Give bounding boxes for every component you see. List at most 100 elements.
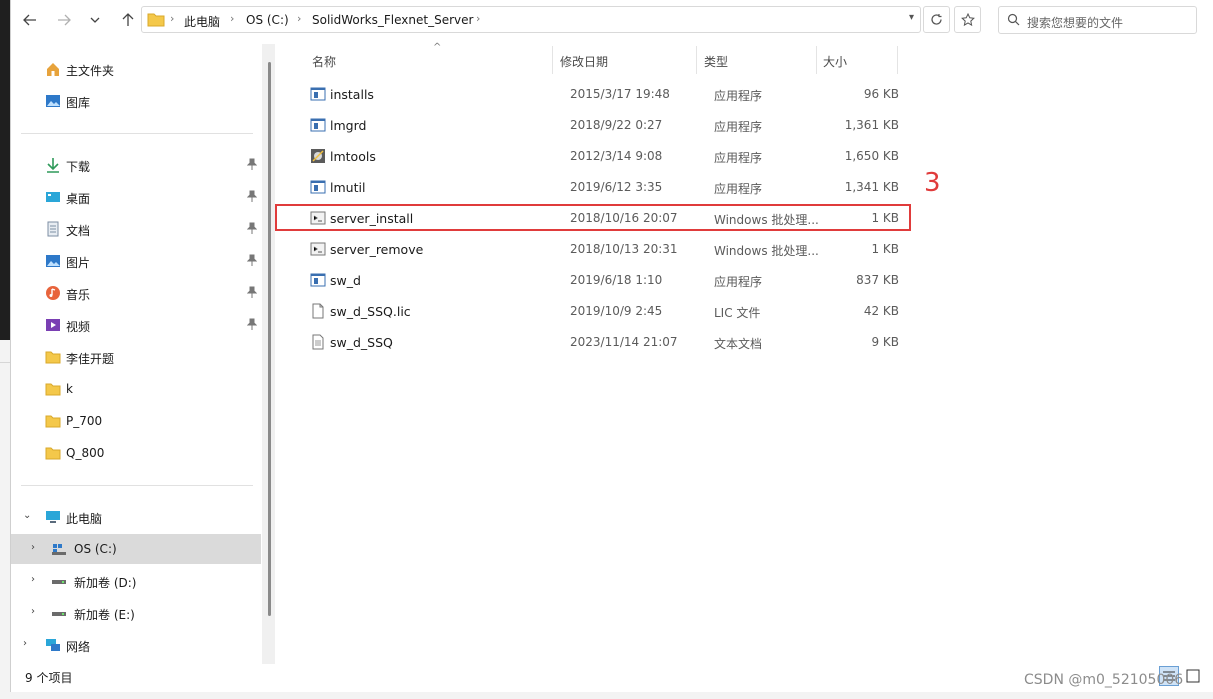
os-drive-icon xyxy=(52,544,66,555)
home-icon xyxy=(47,63,59,76)
exe-icon xyxy=(310,87,326,101)
breadcrumb-current-folder[interactable]: SolidWorks_Flexnet_Server xyxy=(312,13,473,27)
sidebar-item-gallery[interactable]: 图库 xyxy=(11,86,261,116)
column-divider[interactable] xyxy=(816,46,817,74)
drive-icon xyxy=(52,580,66,584)
file-size: 1,341 KB xyxy=(844,180,899,194)
file-row[interactable]: server_remove 2018/10/13 20:31 Windows 批… xyxy=(285,235,905,263)
address-bar[interactable]: › 此电脑 › OS (C:) › SolidWorks_Flexnet_Ser… xyxy=(141,6,921,33)
file-date: 2023/11/14 21:07 xyxy=(570,335,678,349)
documents-icon xyxy=(47,221,59,237)
file-row[interactable]: lmtools 2012/3/14 9:08 应用程序 1,650 KB xyxy=(285,142,905,170)
column-header-name[interactable]: 名称 xyxy=(312,53,336,70)
search-icon xyxy=(1007,13,1020,26)
sidebar-item-label: 网络 xyxy=(66,640,91,654)
arrow-up-icon xyxy=(122,13,134,26)
file-row[interactable]: sw_d_SSQ.lic 2019/10/9 2:45 LIC 文件 42 KB xyxy=(285,297,905,325)
pin-icon xyxy=(247,158,257,170)
chevron-right-icon[interactable]: › xyxy=(31,574,35,585)
sidebar-item-videos[interactable]: 视频 xyxy=(11,310,261,340)
gallery-icon xyxy=(46,95,60,107)
sidebar-item-documents[interactable]: 文档 xyxy=(11,214,261,244)
breadcrumb-separator-icon: › xyxy=(297,12,302,25)
chevron-down-icon[interactable]: ⌄ xyxy=(23,510,31,521)
file-date: 2012/3/14 9:08 xyxy=(570,149,663,163)
sidebar-divider xyxy=(21,485,253,486)
column-header-type[interactable]: 类型 xyxy=(704,53,728,70)
sidebar-item-folder[interactable]: 李佳开题 xyxy=(11,342,261,372)
explorer-window: › 此电脑 › OS (C:) › SolidWorks_Flexnet_Ser… xyxy=(10,0,1213,692)
column-divider[interactable] xyxy=(696,46,697,74)
forward-button[interactable] xyxy=(53,9,75,31)
file-row[interactable]: lmgrd 2018/9/22 0:27 应用程序 1,361 KB xyxy=(285,111,905,139)
sidebar-item-downloads[interactable]: 下载 xyxy=(11,150,261,180)
column-header-size[interactable]: 大小 xyxy=(823,53,847,70)
desktop-icon xyxy=(46,192,60,202)
file-row[interactable]: installs 2015/3/17 19:48 应用程序 96 KB xyxy=(285,80,905,108)
file-type: 应用程序 xyxy=(714,120,763,134)
sidebar-item-folder[interactable]: Q_800 xyxy=(11,438,261,468)
drive-icon xyxy=(52,612,66,616)
pin-to-quick-access-button[interactable] xyxy=(954,6,981,33)
sidebar-scrollbar[interactable] xyxy=(268,62,271,616)
search-box[interactable]: 搜索您想要的文件 xyxy=(998,6,1197,34)
sidebar-item-drive-e[interactable]: › 新加卷 (E:) xyxy=(11,598,261,628)
sidebar-item-folder[interactable]: k xyxy=(11,374,261,404)
download-icon xyxy=(47,158,59,173)
file-name: sw_d xyxy=(330,273,361,288)
breadcrumb-this-pc[interactable]: 此电脑 xyxy=(184,13,220,30)
file-type: 文本文档 xyxy=(714,337,763,351)
sidebar-item-this-pc[interactable]: ⌄ 此电脑 xyxy=(11,502,261,532)
refresh-button[interactable] xyxy=(923,6,950,33)
file-date: 2015/3/17 19:48 xyxy=(570,87,670,101)
chevron-right-icon[interactable]: › xyxy=(23,638,27,649)
file-type: 应用程序 xyxy=(714,89,763,103)
up-button[interactable] xyxy=(117,9,139,31)
chevron-right-icon[interactable]: › xyxy=(31,606,35,617)
breadcrumb-separator-icon: › xyxy=(476,12,481,25)
address-dropdown-icon[interactable]: ▾ xyxy=(909,12,914,23)
sidebar-item-folder[interactable]: P_700 xyxy=(11,406,261,436)
sidebar-item-label: 李佳开题 xyxy=(66,352,115,366)
sidebar-item-network[interactable]: › 网络 xyxy=(11,630,261,660)
exe-icon xyxy=(310,180,326,194)
network-icon xyxy=(46,639,60,651)
file-type: 应用程序 xyxy=(714,151,763,165)
back-button[interactable] xyxy=(19,9,41,31)
exe-icon xyxy=(310,118,326,132)
file-date: 2018/9/22 0:27 xyxy=(570,118,663,132)
file-type: Windows 批处理... xyxy=(714,244,819,258)
sidebar-item-music[interactable]: 音乐 xyxy=(11,278,261,308)
file-row[interactable]: lmutil 2019/6/12 3:35 应用程序 1,341 KB xyxy=(285,173,905,201)
sidebar-item-os-c[interactable]: › OS (C:) xyxy=(11,534,261,564)
music-icon xyxy=(46,286,60,300)
file-date: 2018/10/13 20:31 xyxy=(570,242,678,256)
exe-icon xyxy=(310,273,326,287)
sidebar-item-label: 图库 xyxy=(66,96,91,110)
sidebar-item-desktop[interactable]: 桌面 xyxy=(11,182,261,212)
file-row[interactable]: sw_d_SSQ 2023/11/14 21:07 文本文档 9 KB xyxy=(285,328,905,356)
large-icons-view-icon[interactable] xyxy=(1183,666,1203,686)
file-date: 2019/10/9 2:45 xyxy=(570,304,663,318)
item-count: 9 个项目 xyxy=(25,671,73,685)
sidebar-item-home[interactable]: 主文件夹 xyxy=(11,54,261,84)
file-icon xyxy=(312,303,324,319)
column-divider[interactable] xyxy=(552,46,553,74)
breadcrumb-os-c[interactable]: OS (C:) xyxy=(246,13,289,27)
column-header-date[interactable]: 修改日期 xyxy=(560,53,608,70)
refresh-icon xyxy=(931,14,942,25)
star-icon xyxy=(960,12,975,26)
recent-locations-button[interactable] xyxy=(84,9,106,31)
sidebar-item-pictures[interactable]: 图片 xyxy=(11,246,261,276)
file-size: 837 KB xyxy=(856,273,899,287)
file-size: 9 KB xyxy=(871,335,899,349)
column-divider[interactable] xyxy=(897,46,898,74)
chevron-right-icon[interactable]: › xyxy=(31,542,35,553)
sidebar-item-drive-d[interactable]: › 新加卷 (D:) xyxy=(11,566,261,596)
file-size: 42 KB xyxy=(863,304,899,318)
file-row[interactable]: sw_d 2019/6/18 1:10 应用程序 837 KB xyxy=(285,266,905,294)
file-size: 1,361 KB xyxy=(844,118,899,132)
file-size: 1,650 KB xyxy=(844,149,899,163)
file-size: 1 KB xyxy=(871,242,899,256)
toolbar: › 此电脑 › OS (C:) › SolidWorks_Flexnet_Ser… xyxy=(11,0,1213,40)
